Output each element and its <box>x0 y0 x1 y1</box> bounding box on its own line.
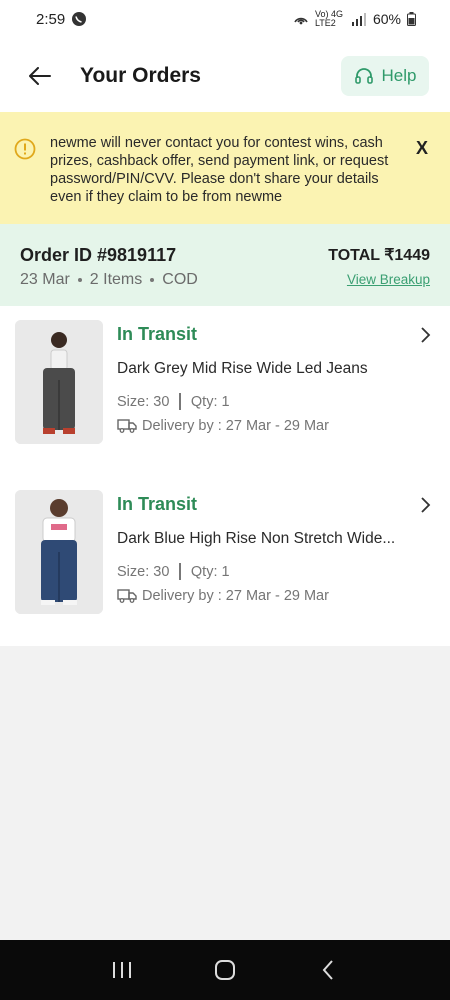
headset-icon <box>354 68 373 84</box>
help-button[interactable]: Help <box>341 56 429 96</box>
system-nav-bar <box>0 940 450 1000</box>
item-name: Dark Grey Mid Rise Wide Led Jeans <box>117 360 368 377</box>
whatsapp-notification-icon <box>72 12 87 26</box>
status-left: 2:59 <box>36 11 87 28</box>
notice-close-button[interactable]: X <box>410 136 434 160</box>
item-size: Size: 30 <box>117 563 170 580</box>
home-button[interactable] <box>205 950 245 990</box>
back-button[interactable] <box>26 62 54 90</box>
help-label: Help <box>381 66 417 85</box>
item-name: Dark Blue High Rise Non Stretch Wide... <box>117 530 396 547</box>
item-size-qty: Size: 30 Qty: 1 <box>117 563 230 580</box>
item-qty: Qty: 1 <box>190 393 230 410</box>
order-total: TOTAL ₹1449 <box>328 247 430 264</box>
status-right: Vo) 4G LTE2 60% <box>293 10 416 28</box>
order-items-list: In Transit Dark Grey Mid Rise Wide Led J… <box>0 306 450 646</box>
product-image <box>15 490 103 614</box>
recent-apps-icon <box>112 962 131 978</box>
network-label: Vo) 4G LTE2 <box>314 9 343 28</box>
item-qty: Qty: 1 <box>190 563 230 580</box>
item-status: In Transit <box>117 494 198 514</box>
recent-apps-button[interactable] <box>102 950 142 990</box>
order-id: Order ID #9819117 <box>20 245 177 265</box>
order-summary: Order ID #9819117 23 Mar 2 Items COD TOT… <box>0 224 450 306</box>
item-delivery: Delivery by : 27 Mar - 29 Mar <box>117 588 329 604</box>
battery-icon <box>407 12 416 26</box>
battery-percent: 60% <box>372 11 401 27</box>
security-notice: newme will never contact you for contest… <box>0 112 450 224</box>
item-delivery: Delivery by : 27 Mar - 29 Mar <box>117 418 329 434</box>
list-item[interactable]: In Transit Dark Blue High Rise Non Stret… <box>0 476 450 646</box>
truck-icon <box>117 589 137 603</box>
delivery-text: Delivery by : 27 Mar - 29 Mar <box>142 588 329 604</box>
home-icon <box>214 960 235 980</box>
arrow-left-icon <box>29 67 51 85</box>
truck-icon <box>117 419 137 433</box>
status-time: 2:59 <box>36 10 66 28</box>
status-bar: 2:59 Vo) 4G LTE2 60% <box>0 0 450 38</box>
chevron-right-icon <box>421 497 431 513</box>
item-size-qty: Size: 30 Qty: 1 <box>117 393 230 410</box>
page-title: Your Orders <box>80 64 201 87</box>
delivery-text: Delivery by : 27 Mar - 29 Mar <box>142 418 329 434</box>
separator-dot <box>150 278 155 282</box>
back-chevron-icon <box>322 960 334 980</box>
notice-text: newme will never contact you for contest… <box>50 135 389 205</box>
divider <box>179 393 181 410</box>
separator-dot <box>77 278 82 282</box>
info-circle-icon <box>14 138 36 160</box>
order-items-count: 2 Items <box>89 271 143 288</box>
order-payment: COD <box>162 271 198 288</box>
product-image <box>15 320 103 444</box>
list-item[interactable]: In Transit Dark Grey Mid Rise Wide Led J… <box>0 306 450 476</box>
system-back-button[interactable] <box>308 950 348 990</box>
item-size: Size: 30 <box>117 393 170 410</box>
hotspot-icon <box>294 17 308 25</box>
signal-icon <box>351 12 366 26</box>
order-date: 23 Mar <box>20 271 70 288</box>
view-breakup-link[interactable]: View Breakup <box>347 272 430 287</box>
divider <box>179 563 181 580</box>
order-meta: 23 Mar 2 Items COD <box>20 271 198 289</box>
chevron-right-icon <box>421 327 431 343</box>
header: Your Orders Help <box>0 38 450 112</box>
item-status: In Transit <box>117 324 198 344</box>
